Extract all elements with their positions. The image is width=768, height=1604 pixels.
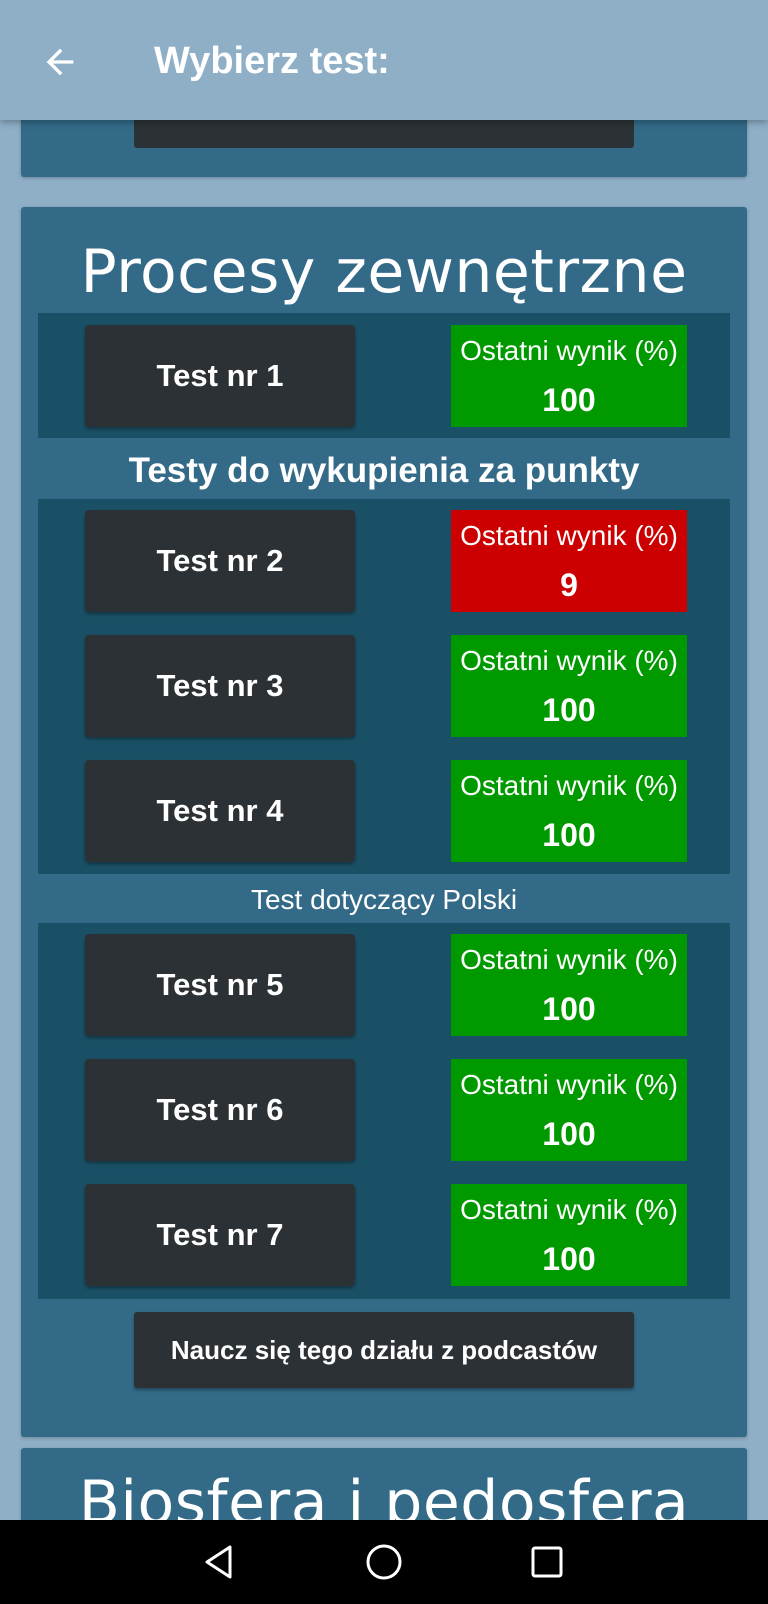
free-tests-group: Test nr 1 Ostatni wynik (%) 100	[38, 313, 730, 438]
next-section-card: Biosfera i pedosfera	[21, 1448, 747, 1520]
test-button[interactable]: Test nr 7	[85, 1184, 355, 1286]
score-badge: Ostatni wynik (%) 9	[451, 510, 687, 612]
back-button[interactable]	[36, 38, 84, 86]
score-label: Ostatni wynik (%)	[460, 1194, 678, 1225]
score-label: Ostatni wynik (%)	[460, 645, 678, 676]
score-badge: Ostatni wynik (%) 100	[451, 635, 687, 737]
test-list[interactable]: Procesy zewnętrzne Test nr 1 Ostatni wyn…	[0, 120, 768, 1520]
test-button[interactable]: Test nr 3	[85, 635, 355, 737]
score-label: Ostatni wynik (%)	[460, 520, 678, 551]
test-row: Test nr 5 Ostatni wynik (%) 100	[38, 934, 730, 1036]
score-value: 100	[542, 692, 596, 728]
score-label: Ostatni wynik (%)	[460, 944, 678, 975]
score-value: 100	[542, 382, 596, 418]
score-value: 100	[542, 1116, 596, 1152]
score-badge: Ostatni wynik (%) 100	[451, 760, 687, 862]
test-button[interactable]: Test nr 6	[85, 1059, 355, 1161]
score-label: Ostatni wynik (%)	[460, 1069, 678, 1100]
home-circle-icon	[366, 1544, 402, 1580]
poland-tests-group: Test nr 5 Ostatni wynik (%) 100 Test nr …	[38, 923, 730, 1299]
test-row: Test nr 3 Ostatni wynik (%) 100	[38, 635, 730, 737]
test-button[interactable]: Test nr 1	[85, 325, 355, 427]
recents-square-icon	[531, 1546, 563, 1578]
score-value: 100	[542, 817, 596, 853]
previous-podcast-button[interactable]	[134, 120, 634, 148]
score-badge: Ostatni wynik (%) 100	[451, 1059, 687, 1161]
section-card: Procesy zewnętrzne Test nr 1 Ostatni wyn…	[21, 207, 747, 1437]
nav-back-button[interactable]	[196, 1538, 244, 1586]
previous-section-card	[21, 120, 747, 177]
test-row: Test nr 4 Ostatni wynik (%) 100	[38, 760, 730, 862]
section-title: Procesy zewnętrzne	[80, 237, 688, 307]
nav-recents-button[interactable]	[523, 1538, 571, 1586]
score-label: Ostatni wynik (%)	[460, 335, 678, 366]
test-button[interactable]: Test nr 4	[85, 760, 355, 862]
score-value: 9	[560, 567, 578, 603]
app-bar: Wybierz test:	[0, 0, 768, 120]
test-button[interactable]: Test nr 2	[85, 510, 355, 612]
back-triangle-icon	[205, 1545, 232, 1579]
score-badge: Ostatni wynik (%) 100	[451, 934, 687, 1036]
test-row: Test nr 2 Ostatni wynik (%) 9	[38, 510, 730, 612]
podcast-button[interactable]: Naucz się tego działu z podcastów	[134, 1312, 634, 1388]
system-nav-bar	[0, 1520, 768, 1604]
score-badge: Ostatni wynik (%) 100	[451, 325, 687, 427]
score-value: 100	[542, 991, 596, 1027]
section-title: Biosfera i pedosfera	[78, 1468, 690, 1520]
test-row: Test nr 1 Ostatni wynik (%) 100	[38, 325, 730, 427]
group-heading-poland: Test dotyczący Polski	[250, 884, 518, 915]
nav-home-button[interactable]	[360, 1538, 408, 1586]
group-heading-paid: Testy do wykupienia za punkty	[128, 451, 640, 490]
arrow-back-icon	[46, 48, 74, 76]
test-button[interactable]: Test nr 5	[85, 934, 355, 1036]
page-title: Wybierz test:	[154, 40, 390, 82]
test-row: Test nr 7 Ostatni wynik (%) 100	[38, 1184, 730, 1286]
paid-tests-group: Test nr 2 Ostatni wynik (%) 9 Test nr 3 …	[38, 499, 730, 874]
score-label: Ostatni wynik (%)	[460, 770, 678, 801]
score-value: 100	[542, 1241, 596, 1277]
test-row: Test nr 6 Ostatni wynik (%) 100	[38, 1059, 730, 1161]
score-badge: Ostatni wynik (%) 100	[451, 1184, 687, 1286]
